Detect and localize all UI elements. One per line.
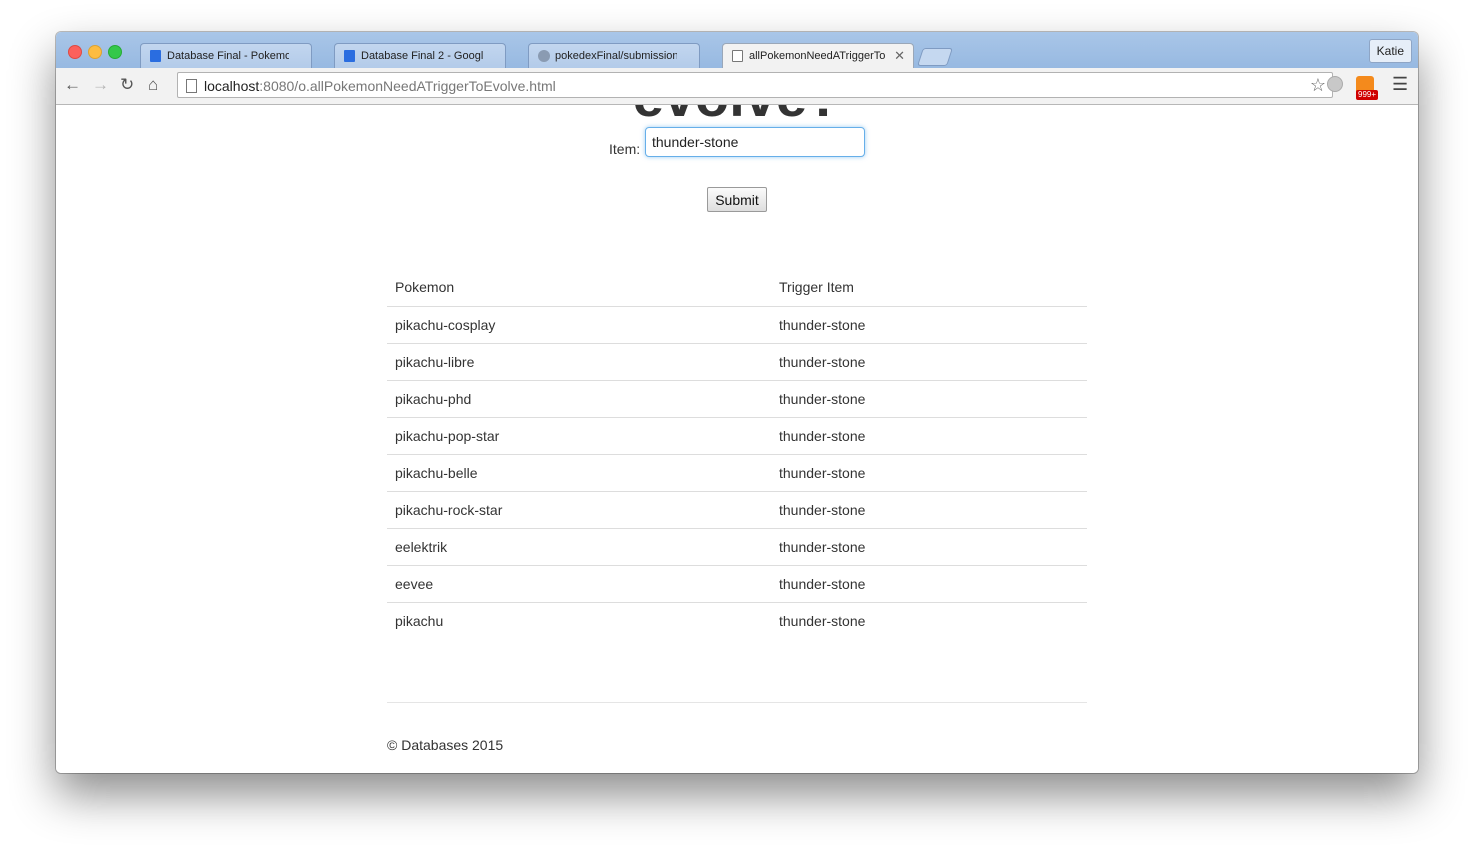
tab-database-final-2[interactable]: Database Final 2 - Google (334, 43, 506, 68)
browser-window: Database Final - Pokemon Database Final … (56, 32, 1418, 773)
trigger-item-cell: thunder-stone (779, 612, 866, 629)
rss-count-badge: 999+ (1356, 90, 1379, 100)
browser-toolbar: ← → ↻ ⌂ localhost:8080/o.allPokemonNeedA… (56, 68, 1418, 105)
trigger-item-cell: thunder-stone (771, 454, 1087, 492)
google-docs-icon (150, 50, 161, 62)
table-row: pikachu-libre thunder-stone (387, 343, 1087, 381)
back-arrow-icon[interactable]: ← (64, 75, 81, 95)
url-path: :8080/o.allPokemonNeedATriggerToEvolve.h… (259, 78, 556, 94)
reload-icon[interactable]: ↻ (120, 75, 134, 95)
page-content: evolve? Item: Submit Pokemon Trigger Ite… (56, 105, 1418, 773)
home-icon[interactable]: ⌂ (148, 75, 158, 95)
title-bar: Database Final - Pokemon Database Final … (56, 32, 1418, 68)
extension-icon[interactable] (1327, 76, 1343, 92)
item-input[interactable] (645, 127, 865, 157)
google-docs-icon (344, 50, 355, 62)
tab-label: Database Final - Pokemon (167, 50, 289, 62)
tab-database-final-pokemon[interactable]: Database Final - Pokemon (140, 43, 312, 68)
pokemon-cell: eevee (387, 565, 771, 603)
trigger-item-cell: thunder-stone (771, 306, 1087, 344)
pokemon-cell: pikachu-phd (387, 380, 771, 418)
trigger-item-cell: thunder-stone (771, 417, 1087, 455)
item-label: Item: (609, 141, 641, 157)
table-row: pikachu thunder-stone (387, 602, 1087, 639)
trigger-item-cell: thunder-stone (771, 491, 1087, 529)
trigger-item-cell: thunder-stone (771, 528, 1087, 566)
forward-arrow-icon[interactable]: → (92, 75, 109, 95)
close-tab-icon[interactable]: ✕ (894, 48, 905, 64)
results-table: Pokemon Trigger Item pikachu-cosplay thun… (387, 269, 1087, 639)
tab-label: pokedexFinal/submission (555, 50, 677, 62)
address-bar[interactable]: localhost:8080/o.allPokemonNeedATriggerT… (177, 72, 1333, 98)
trigger-item-cell: thunder-stone (771, 343, 1087, 381)
tab-pokedexfinal-submission[interactable]: pokedexFinal/submission (528, 43, 700, 68)
zoom-window-button[interactable] (108, 45, 122, 59)
table-row: eevee thunder-stone (387, 565, 1087, 603)
tab-label: Database Final 2 - Google (361, 50, 483, 62)
close-window-button[interactable] (68, 45, 82, 59)
url-host: localhost (204, 78, 260, 94)
profile-button[interactable]: Katie (1368, 39, 1412, 63)
pokemon-cell: pikachu (395, 612, 444, 629)
table-row: pikachu-rock-star thunder-stone (387, 491, 1087, 529)
pokemon-cell: pikachu-cosplay (387, 306, 771, 344)
column-header-pokemon: Pokemon (387, 269, 771, 307)
tab-label: allPokemonNeedATriggerTo (749, 50, 886, 62)
footer-copyright: © Databases 2015 (387, 737, 504, 753)
table-row: pikachu-cosplay thunder-stone (387, 306, 1087, 344)
pokemon-cell: eelektrik (387, 528, 771, 566)
url-text: localhost:8080/o.allPokemonNeedATriggerT… (204, 78, 556, 94)
bookmark-star-icon[interactable]: ☆ (1310, 75, 1326, 96)
page-heading: evolve? (56, 105, 1418, 127)
footer-divider (387, 702, 1087, 703)
trigger-item-cell: thunder-stone (771, 380, 1087, 418)
table-row: pikachu-pop-star thunder-stone (387, 417, 1087, 455)
table-row: pikachu-phd thunder-stone (387, 380, 1087, 418)
new-tab-button[interactable] (917, 48, 953, 66)
column-header-trigger-item: Trigger Item (771, 269, 1087, 307)
pokemon-cell: pikachu-pop-star (387, 417, 771, 455)
page-icon (732, 50, 743, 62)
minimize-window-button[interactable] (88, 45, 102, 59)
pokemon-cell: pikachu-rock-star (387, 491, 771, 529)
page-icon (186, 79, 197, 93)
pokemon-cell: pikachu-belle (387, 454, 771, 492)
menu-icon[interactable]: ☰ (1392, 74, 1408, 95)
pokemon-cell: pikachu-libre (387, 343, 771, 381)
table-row: eelektrik thunder-stone (387, 528, 1087, 566)
tab-all-pokemon-need-trigger[interactable]: allPokemonNeedATriggerTo ✕ (722, 43, 914, 68)
trigger-item-cell: thunder-stone (771, 565, 1087, 603)
submit-button[interactable]: Submit (707, 187, 767, 212)
github-icon (538, 50, 550, 62)
table-row: pikachu-belle thunder-stone (387, 454, 1087, 492)
table-header-row: Pokemon Trigger Item (387, 269, 1087, 307)
